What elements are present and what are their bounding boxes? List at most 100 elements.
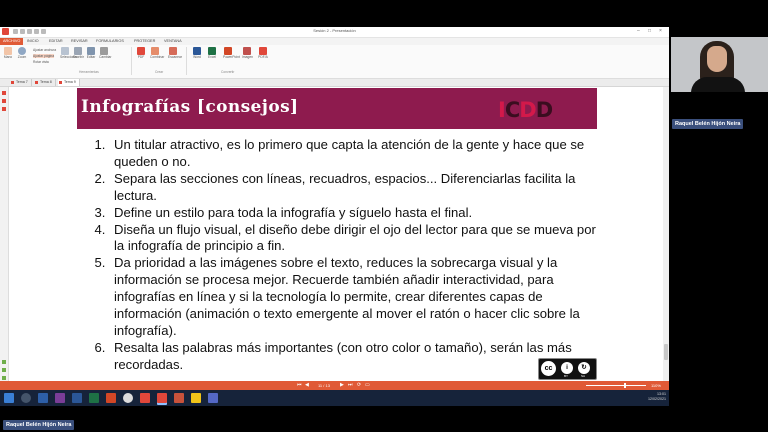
- system-tray-clock[interactable]: 13:01 12/02/2021: [648, 392, 666, 402]
- tab-revisar[interactable]: REVISAR: [68, 38, 91, 45]
- last-page-icon[interactable]: ⏭: [348, 383, 353, 388]
- rotate-view-button[interactable]: Rotar vista: [33, 60, 49, 64]
- file-explorer-icon[interactable]: [191, 393, 201, 403]
- tab-editar[interactable]: EDITAR: [46, 38, 66, 45]
- fit-width-button[interactable]: Ajustar anchura: [33, 48, 56, 52]
- select-icon: [61, 47, 69, 55]
- clock-date: 12/02/2021: [648, 397, 666, 401]
- pen-icon: [100, 47, 108, 55]
- creative-commons-badge: cc i ↻ BY SA: [538, 358, 597, 380]
- tab-archivo[interactable]: ARCHIVO: [0, 38, 24, 45]
- zoom-slider-knob[interactable]: [624, 383, 626, 388]
- attribution-icon: i: [561, 362, 573, 374]
- powerpoint-taskbar-icon[interactable]: [106, 393, 116, 403]
- bookmark-icon[interactable]: [2, 91, 6, 95]
- create-pdf-button[interactable]: PDF: [136, 47, 146, 67]
- group-label-convertir: Convertir: [221, 70, 235, 74]
- attachment-icon[interactable]: [2, 360, 6, 364]
- teams-icon[interactable]: [55, 393, 65, 403]
- participant-name-tag: Raquel Belén Hijón Neira: [672, 119, 744, 129]
- window-title: Sesión 2 - Presentación: [313, 28, 356, 33]
- pdf-taskbar-icon[interactable]: [140, 393, 150, 403]
- layers-icon[interactable]: [2, 376, 6, 380]
- edit-icon: [87, 47, 95, 55]
- word-icon: [193, 47, 201, 55]
- pages-icon[interactable]: [2, 99, 6, 103]
- prev-page-icon[interactable]: ◀: [305, 383, 309, 388]
- scrollbar-thumb[interactable]: [664, 344, 668, 360]
- tab-inicio[interactable]: INICIO: [24, 38, 42, 45]
- tab-formularios[interactable]: FORMULARIOS: [93, 38, 127, 45]
- ribbon: Mano Zoom Ajustar anchura Ajustar página…: [0, 45, 669, 79]
- windows-start-icon[interactable]: [4, 393, 14, 403]
- typewriter-button[interactable]: Escribir: [73, 47, 84, 67]
- minimize-icon[interactable]: –: [637, 28, 640, 34]
- maximize-icon[interactable]: □: [648, 28, 651, 34]
- view-mode-icon[interactable]: ▭: [365, 383, 370, 388]
- cc-by-label: BY: [564, 374, 569, 378]
- app-taskbar-icon[interactable]: [174, 393, 184, 403]
- ribbon-tabs: ARCHIVO INICIO EDITAR REVISAR FORMULARIO…: [0, 38, 669, 45]
- tip-item-6: Resalta las palabras más importantes (co…: [109, 340, 609, 374]
- hand-tool-button[interactable]: Mano: [3, 47, 13, 67]
- next-page-icon[interactable]: ▶: [340, 383, 344, 388]
- cc-icon: cc: [541, 361, 556, 376]
- to-image-button[interactable]: Imagen: [242, 47, 253, 67]
- participant-body: [691, 77, 745, 92]
- edit-button[interactable]: Editar: [86, 47, 96, 67]
- slide-page: Infografías [consejos] ICDD Un titular a…: [77, 88, 597, 391]
- scan-button[interactable]: Escanear: [168, 47, 182, 67]
- select-button[interactable]: Seleccionar: [60, 47, 77, 67]
- combine-button[interactable]: Combinar: [150, 47, 164, 67]
- doc-tab-1[interactable]: Tema 7: [10, 79, 32, 86]
- tip-item-4: Diseña un flujo visual, el diseño debe d…: [109, 222, 609, 256]
- presenter-screen: Sesión 2 - Presentación – □ × ARCHIVO IN…: [0, 27, 669, 406]
- excel-taskbar-icon[interactable]: [89, 393, 99, 403]
- search-icon[interactable]: [21, 393, 31, 403]
- typewriter-icon: [74, 47, 82, 55]
- tip-item-3: Define un estilo para toda la infografía…: [109, 205, 609, 222]
- to-powerpoint-button[interactable]: PowerPoint: [223, 47, 240, 67]
- tip-item-5: Da prioridad a las imágenes sobre el tex…: [109, 255, 609, 340]
- to-pdfa-button[interactable]: PDF/A: [258, 47, 268, 67]
- excel-icon: [208, 47, 216, 55]
- participant-video: [671, 37, 768, 92]
- document-tabs: Tema 7 Tema 8 Tema 9: [0, 79, 669, 87]
- page-indicator[interactable]: 11 / 13: [318, 381, 330, 390]
- rotate-icon[interactable]: ⟳: [357, 383, 361, 388]
- fit-page-button[interactable]: Ajustar página: [33, 54, 55, 58]
- comments-icon[interactable]: [2, 107, 6, 111]
- tab-ventana[interactable]: VENTANA: [161, 38, 185, 45]
- word-taskbar-icon[interactable]: [72, 393, 82, 403]
- zoom-app-icon[interactable]: [208, 393, 218, 403]
- vertical-scrollbar[interactable]: [663, 87, 669, 391]
- pdf-file-icon: [35, 81, 38, 84]
- ribbon-separator: [186, 47, 187, 75]
- close-icon[interactable]: ×: [659, 28, 662, 34]
- doc-tab-2[interactable]: Tema 8: [34, 79, 56, 86]
- chrome-icon[interactable]: [123, 393, 133, 403]
- slide-title: Infografías [consejos]: [81, 97, 299, 117]
- outlook-icon[interactable]: [38, 393, 48, 403]
- pdfa-icon: [259, 47, 267, 55]
- first-page-icon[interactable]: ⏮: [297, 383, 302, 388]
- pdf-active-taskbar-icon[interactable]: [157, 393, 167, 403]
- ribbon-separator: [131, 47, 132, 75]
- pdf-icon: [137, 47, 145, 55]
- signature-icon[interactable]: [2, 368, 6, 372]
- tip-item-1: Un titular atractivo, es lo primero que …: [109, 137, 609, 171]
- to-excel-button[interactable]: Excel: [207, 47, 217, 67]
- zoom-slider[interactable]: [586, 383, 646, 388]
- share-alike-icon: ↻: [578, 362, 590, 374]
- to-word-button[interactable]: Word: [192, 47, 202, 67]
- zoom-level: 110%: [651, 383, 661, 388]
- icdd-logo: ICDD: [498, 98, 553, 122]
- doc-tab-3[interactable]: Tema 9: [58, 79, 80, 86]
- hand-icon: [4, 47, 12, 55]
- navigation-pane: [0, 87, 9, 391]
- zoom-button[interactable]: Zoom: [17, 47, 27, 67]
- windows-taskbar: 13:01 12/02/2021: [0, 390, 669, 406]
- change-button[interactable]: Cambiar: [99, 47, 111, 67]
- tab-proteger[interactable]: PROTEGER: [131, 38, 158, 45]
- group-label-herramientas: Herramientas: [79, 70, 99, 74]
